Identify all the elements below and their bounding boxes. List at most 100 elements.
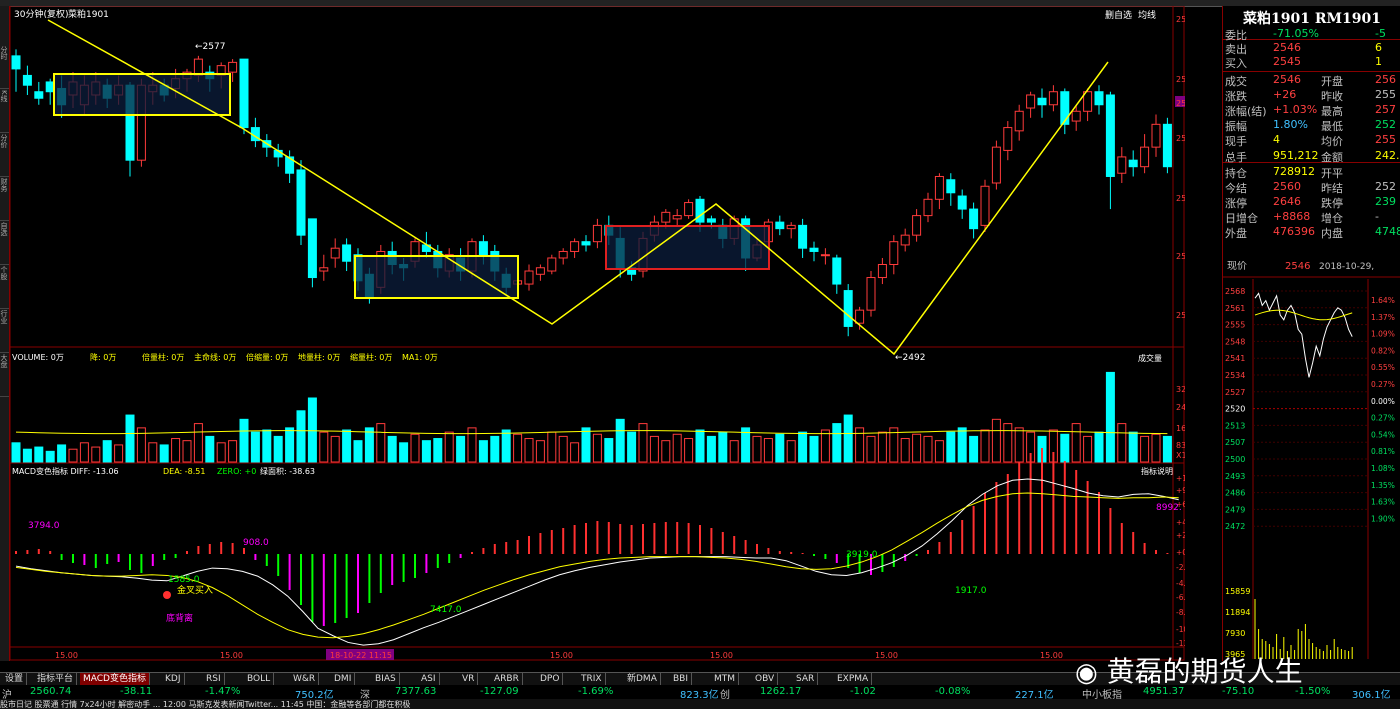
time-axis-tick: 15.00	[710, 651, 733, 660]
indicator-tab[interactable]: ARBR	[491, 673, 523, 685]
indicator-tab[interactable]: BOLL	[244, 673, 275, 685]
indicator-tab[interactable]: MACD变色指标	[80, 673, 150, 685]
volume-bar	[467, 427, 477, 463]
indicator-tab[interactable]: TRIX	[578, 673, 606, 685]
volume-bar	[969, 435, 979, 463]
candle-body	[22, 74, 32, 86]
volume-bar	[809, 435, 819, 463]
indicator-tab[interactable]: SAR	[793, 673, 819, 685]
macd-annotation: 1585.0	[168, 575, 200, 585]
volume-bar	[843, 414, 853, 463]
macd-annotation: 7417.0	[430, 605, 462, 615]
indicator-tab[interactable]: ASI	[418, 673, 440, 685]
indicator-tab[interactable]: W&R	[290, 673, 320, 685]
volume-bar	[718, 431, 728, 463]
volume-bar	[125, 414, 135, 463]
indicator-tab[interactable]: VR	[459, 673, 479, 685]
consolidation-box-1	[53, 73, 231, 116]
index-value: -0.08%	[935, 686, 971, 697]
low-price-annotation: ←2492	[895, 353, 925, 363]
quote-row: 涨幅(结) +1.03% 最高 257	[1225, 103, 1400, 118]
price-axis-tick: 2561	[1176, 99, 1185, 108]
candle-body	[843, 290, 853, 327]
btn-remove-watchlist: 删自选	[1105, 9, 1132, 21]
mini-price-tick: 2486	[1225, 489, 1245, 498]
indicator-tab[interactable]: DPO	[537, 673, 564, 685]
left-tab[interactable]: 分时	[0, 46, 9, 89]
candle-body	[695, 198, 705, 223]
left-tab[interactable]: 大盘	[0, 354, 9, 397]
volume-bar	[1060, 433, 1070, 463]
volume-header-item: 倍量柱: 0万	[142, 352, 184, 362]
indicator-tab[interactable]: OBV	[752, 673, 779, 685]
indicator-tab[interactable]: BIAS	[372, 673, 400, 685]
volume-bar	[228, 440, 238, 463]
quote-value: -71.05%	[1273, 27, 1319, 40]
left-tab[interactable]: 自选	[0, 222, 9, 265]
candle-body	[558, 250, 568, 259]
candle-body	[934, 175, 944, 200]
volume-bar	[171, 438, 181, 463]
indicator-tab[interactable]: DMI	[331, 673, 356, 685]
volume-bar	[866, 435, 876, 463]
mini-price-tick: 2541	[1225, 354, 1245, 363]
left-tab[interactable]: 分价	[0, 134, 9, 177]
quote-label: 买入	[1225, 57, 1247, 70]
indicator-tab[interactable]: BBI	[670, 673, 693, 685]
volume-axis-tick: 831	[1176, 441, 1185, 450]
volume-bar	[627, 431, 637, 463]
macd-axis-tick: -4.19	[1176, 579, 1185, 588]
indicator-tab[interactable]: MTM	[711, 673, 740, 685]
indicator-tab[interactable]: EXPMA	[834, 673, 873, 685]
volume-bar	[91, 446, 101, 463]
mini-price-tick: 2472	[1225, 522, 1245, 531]
macd-header: MACD变色指标 DIFF: -13.06	[12, 466, 119, 476]
indicator-tab[interactable]: 新DMA	[624, 673, 661, 685]
quote-label-2: 最低	[1321, 120, 1343, 133]
mini-price-line	[1254, 292, 1353, 378]
macd-annotation: 1917.0	[955, 586, 987, 596]
volume-bar	[490, 435, 500, 463]
indicator-tab[interactable]: 指标平台	[34, 673, 78, 685]
volume-header-item: 地量柱: 0万	[298, 352, 340, 362]
candle-body	[228, 61, 238, 73]
mini-price-tick: 2520	[1225, 405, 1245, 414]
quote-value-2: 255	[1375, 88, 1396, 101]
indicator-tab[interactable]: KDJ	[162, 673, 185, 685]
macd-axis-tick: -2.04	[1176, 563, 1185, 572]
volume-bar	[672, 433, 682, 463]
candle-body	[1014, 110, 1024, 132]
price-axis-tick: 2519	[1176, 252, 1185, 261]
indicator-tab[interactable]: RSI	[203, 673, 225, 685]
left-tab[interactable]: 个股	[0, 266, 9, 309]
left-tab[interactable]: 行业	[0, 310, 9, 353]
high-price-annotation: ←2577	[195, 42, 225, 52]
volume-bar	[410, 433, 420, 463]
volume-bar	[980, 429, 990, 463]
volume-bar	[102, 440, 112, 463]
time-axis-tick: 18-10-22 11:15	[330, 651, 392, 660]
quote-panel: 菜粕1901 RM1901 委比 -71.05% -5 卖出 2546 6 买入 2545 1 成…	[1222, 6, 1400, 661]
mini-price-tick: 2507	[1225, 438, 1245, 447]
volume-bar	[34, 446, 44, 463]
mini-pct-tick: 0.27%	[1371, 380, 1395, 389]
volume-bar	[1105, 371, 1115, 463]
macd-header-dea: DEA: -8.51	[163, 467, 205, 476]
quote-label: 涨跌	[1225, 90, 1247, 103]
volume-bar	[877, 431, 887, 463]
quote-label: 总手	[1225, 151, 1247, 164]
volume-bar	[11, 442, 21, 463]
macd-annotation: 3794.0	[28, 521, 60, 531]
quote-label-2: 昨收	[1321, 90, 1343, 103]
candle-body	[570, 241, 580, 252]
candle-body	[1094, 91, 1104, 106]
macd-annotation: 8992.	[1156, 503, 1182, 513]
left-tab[interactable]: 财务	[0, 178, 9, 221]
volume-bar	[991, 418, 1001, 463]
candle-body	[1151, 123, 1161, 148]
volume-bar	[900, 438, 910, 463]
volume-bar	[273, 435, 283, 463]
left-tab[interactable]: K线	[0, 90, 9, 133]
chart-area: 30分钟(复权)菜粕1901 删自选均线 ←2577 ←2492 2584 2568 256…	[10, 6, 1185, 661]
indicator-tab[interactable]: 设置	[2, 673, 28, 685]
